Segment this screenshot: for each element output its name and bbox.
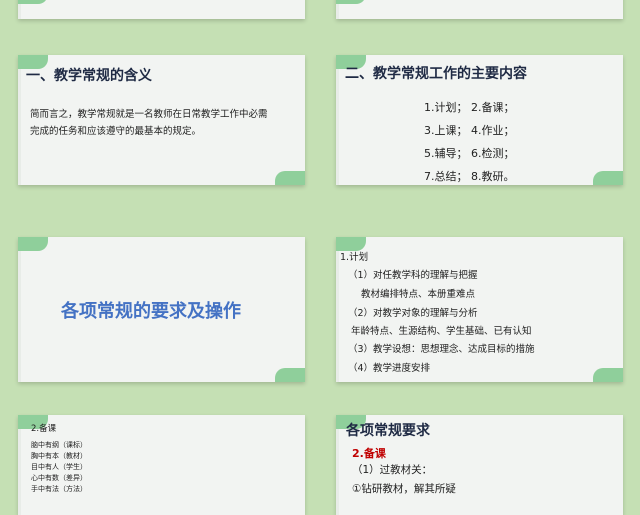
- slide-corner-decoration: [275, 171, 305, 185]
- prep-line: 目中有人（学生）: [31, 463, 87, 471]
- slide-corner-decoration: [593, 368, 623, 382]
- slide-corner-decoration: [18, 0, 48, 4]
- slide-section-title[interactable]: 各项常规的要求及操作: [18, 237, 305, 382]
- plan-line: 教材编排特点、本册重难点: [361, 289, 476, 300]
- prep-line: 2.备课: [31, 424, 57, 434]
- plan-line: 年龄特点、生源结构、学生基础、已有认知: [351, 326, 532, 337]
- slide-subtitle: 2.备课: [352, 447, 386, 460]
- slide-2-partial[interactable]: [336, 0, 623, 19]
- prep-line: 脑中有纲（课标）: [31, 441, 87, 449]
- content-row: 3.上课； 4.作业；: [424, 124, 515, 137]
- slide-main-content[interactable]: 二、教学常规工作的主要内容 1.计划； 2.备课； 3.上课； 4.作业； 5.…: [336, 55, 623, 185]
- prep-line: 心中有数（差异）: [31, 474, 87, 482]
- slide-requirements[interactable]: 各项常规要求 2.备课 （1）过教材关： ①钻研教材，解其所疑: [336, 415, 623, 515]
- slide-corner-decoration: [18, 237, 48, 251]
- paragraph-line: 简而言之，教学常规就是一名教师在日常教学工作中必需: [30, 109, 268, 120]
- plan-line: （1）对任教学科的理解与把握: [348, 270, 478, 281]
- content-row: 1.计划； 2.备课；: [424, 101, 515, 114]
- slide-title: 二、教学常规工作的主要内容: [345, 66, 527, 82]
- slide-plan[interactable]: 1.计划 （1）对任教学科的理解与把握 教材编排特点、本册重难点 （2）对教学对…: [336, 237, 623, 382]
- content-row: 5.辅导； 6.检测；: [424, 147, 515, 160]
- slide-meaning[interactable]: 一、教学常规的含义 简而言之，教学常规就是一名教师在日常教学工作中必需 完成的任…: [18, 55, 305, 185]
- slide-paragraph: 简而言之，教学常规就是一名教师在日常教学工作中必需 完成的任务和应该遵守的最基本…: [30, 106, 268, 140]
- content-row: 7.总结； 8.教研。: [424, 170, 515, 183]
- paragraph-line: 完成的任务和应该遵守的最基本的规定。: [30, 126, 202, 137]
- plan-line: 1.计划: [340, 252, 369, 263]
- slide-title: 一、教学常规的含义: [26, 68, 152, 84]
- prep-line: 胸中有本（教材）: [31, 452, 87, 460]
- requirement-line: （1）过教材关：: [352, 464, 433, 476]
- slide-1-partial[interactable]: [18, 0, 305, 19]
- slide-corner-decoration: [275, 368, 305, 382]
- slide-corner-decoration: [593, 171, 623, 185]
- requirement-line: ①钻研教材，解其所疑: [352, 483, 456, 495]
- plan-line: （3）教学设想：思想理念、达成目标的措施: [348, 344, 535, 355]
- slide-lesson-prep-list[interactable]: 2.备课 脑中有纲（课标） 胸中有本（教材） 目中有人（学生） 心中有数（差异）…: [18, 415, 305, 515]
- plan-line: （2）对教学对象的理解与分析: [348, 308, 478, 319]
- plan-line: （4）教学进度安排: [348, 363, 431, 374]
- slide-corner-decoration: [336, 0, 366, 4]
- section-heading: 各项常规的要求及操作: [61, 301, 241, 322]
- slide-title: 各项常规要求: [346, 423, 430, 439]
- prep-line: 手中有法（方法）: [31, 485, 87, 493]
